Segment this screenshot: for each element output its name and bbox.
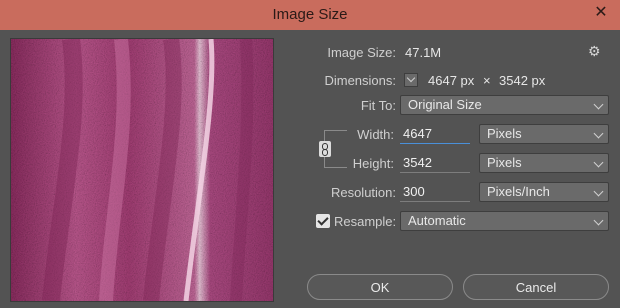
- image-preview[interactable]: [10, 38, 274, 302]
- image-size-label: Image Size:: [327, 45, 396, 60]
- title-bar: Image Size ✕: [0, 0, 620, 30]
- link-chain-icon[interactable]: [319, 141, 331, 157]
- resample-value: Automatic: [408, 213, 466, 228]
- dimensions-units-dropdown[interactable]: [404, 73, 418, 87]
- dimensions-times: ×: [483, 73, 491, 88]
- chevron-down-icon: [593, 128, 604, 139]
- resolution-input[interactable]: 300: [400, 182, 470, 202]
- cancel-button[interactable]: Cancel: [463, 274, 609, 300]
- fabric-preview-image: [11, 39, 273, 301]
- height-unit-value: Pixels: [487, 155, 522, 170]
- dimensions-height: 3542 px: [499, 73, 546, 88]
- chevron-down-icon: [593, 215, 604, 226]
- fit-to-label: Fit To:: [360, 98, 396, 113]
- width-unit-dropdown[interactable]: Pixels: [479, 124, 609, 144]
- chevron-down-icon: [593, 186, 604, 197]
- image-size-value: 47.1M: [405, 45, 442, 60]
- chevron-down-icon: [406, 73, 416, 83]
- dimensions-label: Dimensions:: [324, 73, 396, 88]
- resolution-unit-value: Pixels/Inch: [487, 184, 550, 199]
- gear-icon[interactable]: ⚙: [588, 43, 601, 60]
- window-title: Image Size: [272, 6, 348, 23]
- width-label: Width:: [357, 127, 394, 142]
- resample-dropdown[interactable]: Automatic: [400, 211, 609, 231]
- image-size-dialog: Image Size: 47.1M ⚙ Dimensions: 4647 px …: [0, 30, 620, 308]
- resolution-unit-dropdown[interactable]: Pixels/Inch: [479, 182, 609, 202]
- height-label: Height:: [352, 156, 394, 171]
- width-input[interactable]: 4647: [400, 124, 470, 144]
- fit-to-value: Original Size: [408, 97, 482, 112]
- close-icon[interactable]: ✕: [592, 4, 610, 22]
- chevron-down-icon: [593, 157, 604, 168]
- dimensions-width: 4647 px: [428, 73, 475, 88]
- resample-label: Resample:: [334, 214, 397, 229]
- resolution-label: Resolution:: [330, 185, 396, 200]
- height-input[interactable]: 3542: [400, 153, 470, 173]
- width-unit-value: Pixels: [487, 126, 522, 141]
- resample-checkbox[interactable]: [316, 214, 330, 228]
- height-unit-dropdown[interactable]: Pixels: [479, 153, 609, 173]
- chevron-down-icon: [593, 99, 604, 110]
- fit-to-dropdown[interactable]: Original Size: [400, 95, 609, 115]
- ok-button[interactable]: OK: [307, 274, 453, 300]
